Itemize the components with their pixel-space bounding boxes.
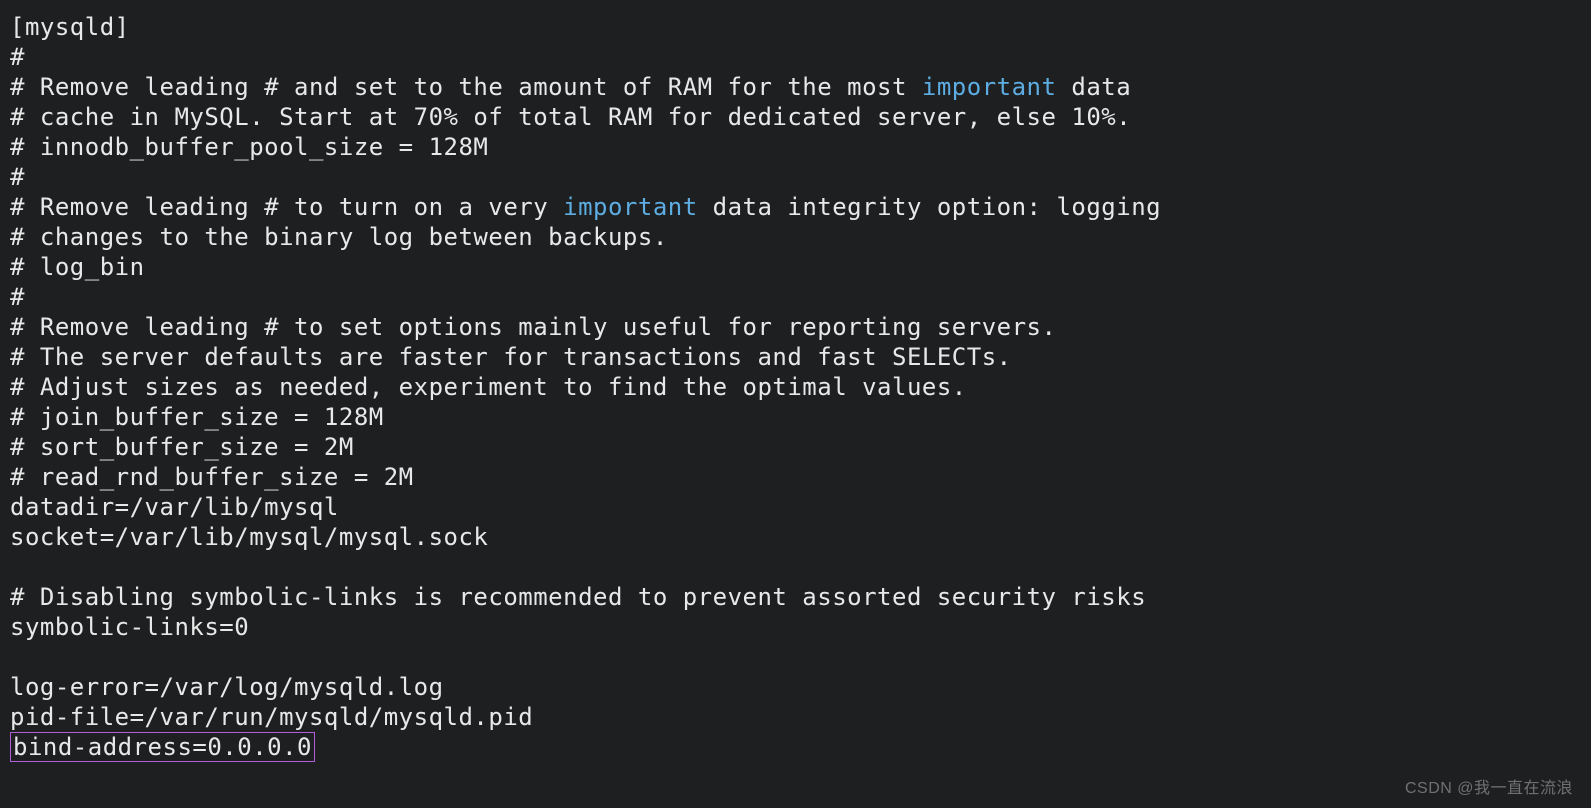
highlighted-word: important xyxy=(922,73,1057,101)
config-line: socket=/var/lib/mysql/mysql.sock xyxy=(10,523,488,551)
config-line: # Remove leading # to turn on a very xyxy=(10,193,563,221)
highlighted-word: important xyxy=(563,193,698,221)
config-line: data xyxy=(1056,73,1131,101)
config-line: datadir=/var/lib/mysql xyxy=(10,493,339,521)
config-line: # Disabling symbolic-links is recommende… xyxy=(10,583,1146,611)
watermark: CSDN @我一直在流浪 xyxy=(1405,774,1573,798)
config-line: symbolic-links=0 xyxy=(10,613,249,641)
config-line: # changes to the binary log between back… xyxy=(10,223,668,251)
config-line: # The server defaults are faster for tra… xyxy=(10,343,1012,371)
config-line: pid-file=/var/run/mysqld/mysqld.pid xyxy=(10,703,533,731)
config-line: # Adjust sizes as needed, experiment to … xyxy=(10,373,967,401)
config-line: # xyxy=(10,43,25,71)
config-line: # read_rnd_buffer_size = 2M xyxy=(10,463,414,491)
config-line: log-error=/var/log/mysqld.log xyxy=(10,673,444,701)
config-line: [mysqld] xyxy=(10,13,130,41)
config-line: # sort_buffer_size = 2M xyxy=(10,433,354,461)
config-line: # xyxy=(10,283,25,311)
highlighted-bind-address: bind-address=0.0.0.0 xyxy=(10,732,315,762)
config-line: # Remove leading # and set to the amount… xyxy=(10,73,922,101)
config-line: # Remove leading # to set options mainly… xyxy=(10,313,1056,341)
config-line: # join_buffer_size = 128M xyxy=(10,403,384,431)
config-line: # log_bin xyxy=(10,253,145,281)
config-line: data integrity option: logging xyxy=(698,193,1161,221)
config-line: # cache in MySQL. Start at 70% of total … xyxy=(10,103,1131,131)
config-line: # xyxy=(10,163,25,191)
config-line: # innodb_buffer_pool_size = 128M xyxy=(10,133,488,161)
config-file-content: [mysqld] # # Remove leading # and set to… xyxy=(0,0,1591,772)
